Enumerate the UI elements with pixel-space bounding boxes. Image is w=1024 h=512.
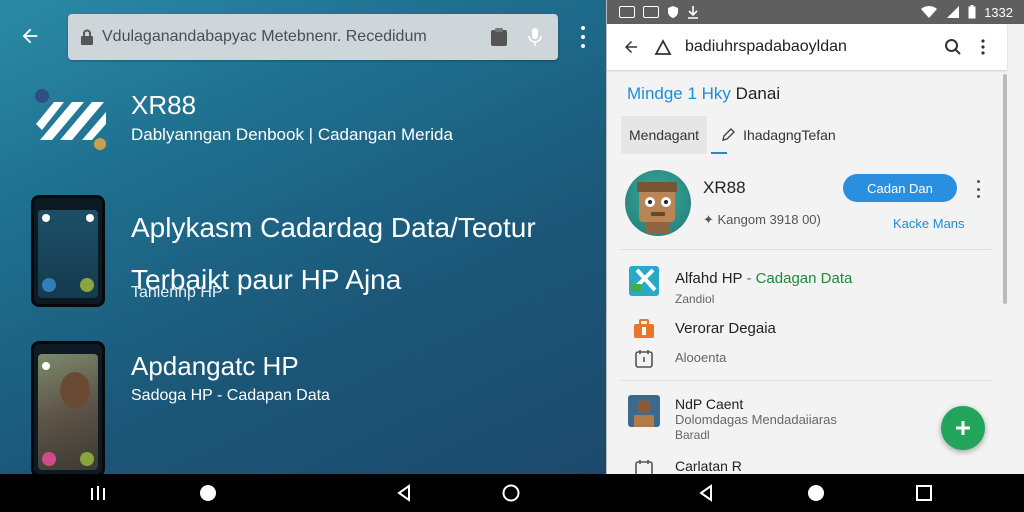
list-item[interactable]: Carlatan R bbox=[621, 454, 993, 474]
app-toolbar: badiuhrspadabaoyldan bbox=[607, 24, 1007, 70]
back-button[interactable] bbox=[16, 22, 44, 50]
calendar-icon bbox=[627, 344, 661, 374]
home-circle-icon bbox=[808, 485, 824, 501]
page-heading-accent: Mindge 1 Hky bbox=[627, 84, 731, 103]
status-time: 1332 bbox=[984, 4, 1013, 20]
card-title: XR88 bbox=[703, 178, 746, 197]
card-link[interactable]: Kacke Mans bbox=[893, 216, 965, 231]
more-vert-icon[interactable] bbox=[971, 35, 995, 59]
back-nav-button-right[interactable] bbox=[696, 483, 716, 503]
section-title: Apdangatc HP bbox=[131, 351, 299, 381]
tab-main[interactable]: Mendagant bbox=[621, 116, 708, 154]
back-button[interactable] bbox=[619, 35, 643, 59]
card-meta-text: Kangom 3918 00) bbox=[717, 212, 821, 227]
tab-bar: Mendagant IhadagngTefan bbox=[621, 116, 844, 154]
home-nav-button-right[interactable] bbox=[806, 483, 826, 503]
list-item-title: Carlatan R bbox=[675, 458, 742, 474]
wifi-icon bbox=[921, 5, 938, 18]
photo-thumbnail-icon bbox=[627, 395, 661, 427]
list-item[interactable]: Alooenta bbox=[621, 344, 993, 374]
list-item-subtitle: Dolomdagas Mendadaiiaras bbox=[675, 412, 837, 427]
list-item-title: NdP Caent bbox=[675, 396, 744, 412]
arrow-left-icon bbox=[625, 41, 637, 53]
image-icon bbox=[643, 6, 659, 18]
headline-line-1: Aplykasm Cadardag Data/Teotur bbox=[131, 212, 536, 243]
app-card: XR88 ✦ Kangom 3918 00) Cadan Dan Kacke M… bbox=[621, 164, 991, 250]
list-item-title: Alfahd HP - Cadagan Data bbox=[675, 270, 852, 287]
clipboard-icon bbox=[491, 28, 507, 46]
phone-screenshot bbox=[31, 195, 105, 307]
list-item[interactable]: Verorar Degaia bbox=[621, 314, 993, 344]
phone-photo-screenshot bbox=[31, 341, 105, 474]
home-button[interactable] bbox=[651, 35, 675, 59]
robot-avatar-icon bbox=[637, 182, 677, 234]
briefcase-icon bbox=[627, 314, 661, 344]
overview-nav-button[interactable] bbox=[501, 483, 521, 503]
recent-apps-icon bbox=[91, 486, 105, 500]
tab-edit-label: IhadagngTefan bbox=[743, 127, 836, 143]
arrow-left-icon bbox=[22, 28, 38, 44]
list-item[interactable]: Alfahd HP - Cadagan Data Zandiol bbox=[621, 264, 993, 308]
section-subtitle: Sadoga HP - Cadapan Data bbox=[131, 387, 330, 404]
screenshot-icon bbox=[619, 6, 635, 18]
page-heading-rest: Danai bbox=[735, 84, 781, 103]
card-more-icon[interactable] bbox=[973, 180, 983, 198]
pencil-icon bbox=[722, 128, 736, 141]
tools-icon bbox=[627, 266, 661, 296]
person-icon: ✦ bbox=[703, 212, 718, 227]
home-nav-button[interactable] bbox=[198, 483, 218, 503]
list-item-subtitle: Zandiol bbox=[675, 292, 715, 306]
toolbar-title: badiuhrspadabaoyldan bbox=[685, 38, 847, 55]
list-item-subtitle: Alooenta bbox=[675, 350, 727, 365]
square-outline-icon bbox=[916, 485, 932, 501]
shield-icon bbox=[668, 6, 678, 18]
calendar-icon bbox=[627, 454, 661, 474]
plus-icon bbox=[956, 421, 970, 435]
add-button[interactable] bbox=[941, 406, 985, 450]
back-triangle-icon bbox=[397, 484, 410, 502]
lock-icon bbox=[81, 29, 93, 45]
mic-button[interactable] bbox=[524, 26, 546, 48]
battery-icon bbox=[968, 5, 976, 19]
status-bar: 1332 bbox=[607, 0, 1024, 24]
back-triangle-icon bbox=[699, 484, 712, 502]
list-item-title: Verorar Degaia bbox=[675, 320, 776, 337]
app-name: XR88 bbox=[131, 90, 197, 120]
recent-apps-button[interactable] bbox=[88, 483, 108, 503]
home-icon bbox=[654, 39, 672, 55]
mic-icon bbox=[528, 28, 542, 46]
primary-action-button[interactable]: Cadan Dan bbox=[843, 174, 957, 202]
list-item-title-main: Alfahd HP bbox=[675, 270, 743, 287]
page-heading: Mindge 1 Hky Danai bbox=[627, 84, 780, 104]
search-icon bbox=[945, 39, 961, 55]
more-vert-icon[interactable] bbox=[574, 24, 592, 50]
left-panel: Vdulaganandabapyac Metebnenr. Recedidum … bbox=[0, 0, 606, 474]
back-nav-button[interactable] bbox=[394, 483, 414, 503]
scrollbar[interactable] bbox=[1003, 74, 1007, 304]
list-item-detail: Baradl bbox=[675, 428, 710, 442]
download-icon bbox=[688, 6, 698, 19]
tab-edit[interactable]: IhadagngTefan bbox=[707, 116, 844, 154]
search-button[interactable] bbox=[941, 35, 965, 59]
tab-indicator bbox=[711, 152, 727, 154]
home-circle-icon bbox=[200, 485, 216, 501]
more-vert-glyph bbox=[981, 39, 985, 55]
url-text: Vdulaganandabapyac Metebnenr. Recedidum bbox=[102, 28, 427, 45]
tagline: Tanlenhp HP bbox=[131, 284, 223, 301]
avatar bbox=[625, 170, 691, 236]
list-item[interactable]: NdP Caent Dolomdagas Mendadaiiaras Barad… bbox=[621, 394, 993, 444]
list-item-title-highlight: - Cadagan Data bbox=[746, 270, 853, 287]
divider bbox=[621, 380, 993, 381]
system-nav-bar bbox=[0, 474, 1024, 512]
recents-nav-button-right[interactable] bbox=[914, 483, 934, 503]
signal-icon bbox=[947, 6, 960, 18]
app-subtitle: Dablyanngan Denbook | Cadangan Merida bbox=[131, 125, 453, 144]
right-panel: 1332 badiuhrspadabaoyldan Mindge 1 Hky D… bbox=[606, 0, 1024, 474]
app-logo-icon bbox=[35, 89, 106, 150]
circle-outline-icon bbox=[502, 484, 520, 502]
card-meta: ✦ Kangom 3918 00) bbox=[703, 212, 821, 228]
url-bar[interactable]: Vdulaganandabapyac Metebnenr. Recedidum bbox=[68, 14, 558, 60]
clipboard-button[interactable] bbox=[488, 26, 510, 48]
